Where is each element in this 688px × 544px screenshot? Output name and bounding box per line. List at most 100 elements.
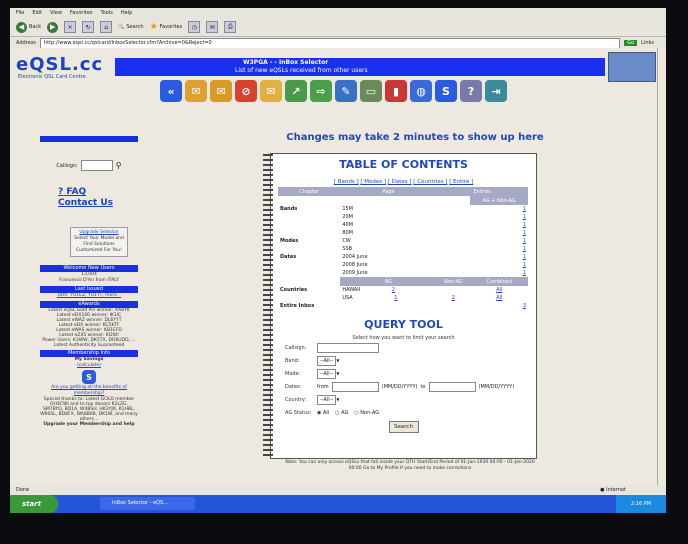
home-icon[interactable]: ⌂ (100, 21, 113, 33)
mail-icon[interactable]: ✉ (206, 21, 219, 33)
toc-link-dates[interactable]: [ Dates ] (388, 179, 412, 185)
country-nonag-count[interactable] (436, 286, 470, 294)
faq-link[interactable]: ? FAQ (58, 187, 138, 198)
browser-toolbar: ◀ Back ▶ × ↻ ⌂ 🔍 Search ★ Favorites ◷ ✉ ⎙ (10, 18, 666, 37)
contact-link[interactable]: Contact Us (58, 198, 138, 209)
menu-edit[interactable]: Edit (32, 10, 42, 16)
q-callsign-input[interactable] (317, 342, 379, 353)
binoculars-icon[interactable]: ⚲ (116, 161, 122, 170)
country-nonag-count[interactable]: 2 (436, 294, 470, 302)
page-title: W3PGA - - InBox Selector (243, 59, 329, 66)
go-button[interactable]: Go (624, 40, 638, 46)
forward-arrow-icon[interactable]: ▶ (47, 21, 59, 33)
menu-file[interactable]: File (16, 10, 24, 16)
toc-link-entire[interactable]: [ Entire ] (449, 179, 473, 185)
mode-count[interactable]: 1 (470, 245, 528, 253)
history-icon[interactable]: ◷ (188, 21, 201, 33)
country-row: Country: --All-- ▼ (285, 393, 536, 406)
country-ag-count[interactable]: 2 (392, 287, 395, 293)
inbox-icon[interactable]: ✉ (185, 80, 207, 102)
q-callsign-label: Callsign: (285, 344, 307, 351)
date-count[interactable]: 1 (470, 261, 528, 269)
date-value: 2009 June (342, 270, 368, 276)
print-icon[interactable]: ⎙ (224, 21, 237, 33)
col-combined: Combined (470, 277, 528, 286)
edit-icon[interactable]: ✎ (335, 80, 357, 102)
col-entries: Entries (436, 187, 528, 196)
back-arrow-icon: ◀ (16, 21, 27, 33)
mode-value: CW (342, 238, 351, 244)
menu-help[interactable]: Help (121, 10, 132, 16)
rejected-icon[interactable]: ⊘ (235, 80, 257, 102)
calculate-link[interactable]: (calculate) (40, 363, 138, 369)
taskbar-item-browser[interactable]: InBox Selector - eQS... (100, 497, 195, 510)
profile-icon[interactable]: ▮ (385, 80, 407, 102)
menu-bar: File Edit View Favorites Tools Help (10, 8, 666, 18)
back-chevrons-icon[interactable]: « (160, 80, 182, 102)
q-from-input[interactable] (331, 381, 379, 392)
band-count[interactable]: 1 (470, 221, 528, 229)
radio-all[interactable]: ◉ All (317, 410, 329, 416)
enter-log-icon[interactable]: ⇨ (310, 80, 332, 102)
favorites-button[interactable]: ★ Favorites (150, 22, 183, 32)
upgrade-cta[interactable]: Upgrade your Membership and help (40, 422, 138, 428)
upgrade-selector-ad[interactable]: Upgrade Selector Select Your Model and F… (70, 227, 128, 257)
q-mode-select[interactable]: --All-- (317, 368, 337, 379)
radio-ag[interactable]: ○ AG (335, 410, 348, 416)
q-ag-label: AG Status: (285, 409, 312, 416)
toc-link-modes[interactable]: [ Modes ] (360, 179, 386, 185)
callsign-input[interactable] (80, 160, 113, 171)
inbox-book: TABLE OF CONTENTS [ Bands ] [ Modes ] [ … (263, 153, 537, 459)
radio-nonag[interactable]: ○ Non-AG (354, 410, 379, 416)
upgrade-text: Select Your Model and Find Solutions Cus… (74, 236, 124, 253)
eqsl-logo[interactable]: eQSL.cc (16, 54, 103, 75)
entire-count[interactable]: 3 (470, 302, 528, 310)
award-line: Latest Authenticity Guaranteed (53, 343, 125, 348)
links-button[interactable]: Links (641, 40, 654, 46)
address-input[interactable]: http://www.eqsl.cc/qslcard/InboxSelector… (39, 37, 621, 49)
stop-icon[interactable]: × (64, 21, 77, 33)
welcome-head: Welcome New Users (40, 265, 138, 272)
upload-icon[interactable]: ↗ (285, 80, 307, 102)
country-all-link[interactable]: All (470, 286, 528, 294)
country-ag-count[interactable]: 1 (394, 295, 397, 301)
card-design-icon[interactable]: ▭ (360, 80, 382, 102)
globe-icon[interactable]: ◍ (410, 80, 432, 102)
mode-row: Mode: --All-- ▼ (285, 367, 536, 380)
date-count[interactable]: 1 (470, 253, 528, 261)
date-value: 2004 June (342, 254, 368, 260)
vertical-scrollbar[interactable] (657, 48, 666, 485)
archive-icon[interactable]: ✉ (260, 80, 282, 102)
start-button[interactable]: start (10, 495, 58, 513)
menu-favorites[interactable]: Favorites (70, 10, 93, 16)
country-all-link[interactable]: All (470, 294, 528, 302)
benefits-link[interactable]: Are you getting all the benefits of memb… (40, 385, 138, 397)
entire-label: Entire Inbox (280, 303, 315, 309)
q-country-select[interactable]: --All-- (317, 394, 337, 405)
back-button[interactable]: ◀ Back (16, 21, 41, 33)
date-count[interactable]: 1 (470, 269, 528, 277)
toc-title: TABLE OF CONTENTS (339, 158, 468, 171)
help-icon[interactable]: ? (460, 80, 482, 102)
refresh-icon[interactable]: ↻ (82, 21, 95, 33)
search-button[interactable]: Search (388, 421, 419, 433)
callsign-search: Callsign: ⚲ (40, 160, 138, 171)
band-count[interactable]: 1 (470, 205, 528, 213)
search-button[interactable]: 🔍 Search (118, 24, 143, 30)
toc-link-countries[interactable]: [ Countries ] (413, 179, 447, 185)
toc-link-bands[interactable]: [ Bands ] (334, 179, 359, 185)
last-issued-text[interactable]: 34th: YU1EZ, YU1TT, more... (40, 293, 138, 299)
s-membership-icon[interactable]: S (82, 370, 96, 384)
logout-icon[interactable]: ⇥ (485, 80, 507, 102)
col-nonag: Non-AG (436, 277, 471, 286)
outbox-icon[interactable]: ✉ (210, 80, 232, 102)
s-icon[interactable]: S (435, 80, 457, 102)
menu-view[interactable]: View (50, 10, 62, 16)
band-count[interactable]: 1 (470, 229, 528, 237)
modes-label: Modes (280, 238, 299, 244)
q-to-input[interactable] (428, 381, 476, 392)
mode-count[interactable]: 1 (470, 237, 528, 245)
q-band-select[interactable]: --All-- (317, 355, 337, 366)
band-count[interactable]: 1 (470, 213, 528, 221)
menu-tools[interactable]: Tools (101, 10, 113, 16)
